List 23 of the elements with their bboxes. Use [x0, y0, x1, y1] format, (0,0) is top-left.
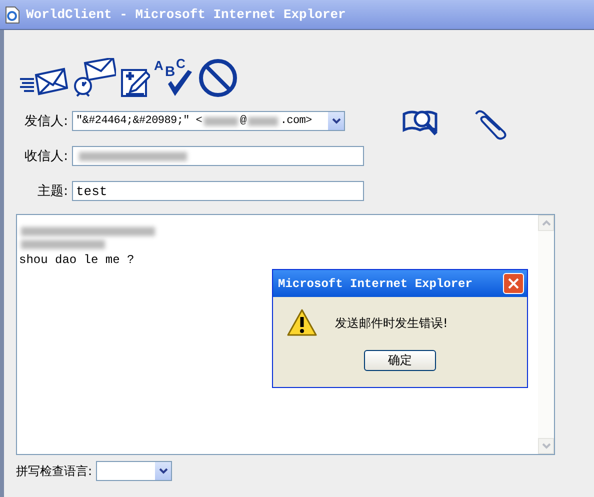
field-label: 发信人:	[24, 113, 68, 130]
send-mail-icon[interactable]	[20, 66, 68, 98]
close-icon	[508, 278, 519, 289]
dialog-title: Microsoft Internet Explorer	[278, 276, 472, 290]
address-book-search-icon[interactable]	[402, 108, 440, 138]
warning-icon	[287, 309, 317, 337]
spellcheck-language-select[interactable]	[96, 461, 172, 481]
message-text: shou dao le me ?	[19, 253, 134, 267]
dialog-message: 发送邮件时发生错误!	[335, 314, 448, 332]
page-icon	[4, 6, 20, 24]
chevron-down-icon	[542, 443, 550, 449]
window-title: WorldClient - Microsoft Internet Explorer	[26, 7, 346, 22]
chevron-up-icon	[542, 220, 550, 226]
field-label: 收信人:	[24, 148, 68, 165]
alarm-mail-icon[interactable]	[72, 58, 116, 98]
subject-field[interactable]: test	[72, 181, 364, 201]
spellcheck-language-label: 拼写检查语言:	[16, 462, 92, 480]
field-label: 主题:	[36, 183, 68, 200]
edit-note-icon[interactable]	[120, 68, 150, 98]
close-button[interactable]	[503, 273, 524, 294]
ok-button[interactable]: 确定	[364, 350, 436, 371]
cancel-icon[interactable]	[198, 58, 238, 98]
sender-select[interactable]: "&#24464;&#20989;" < @ .com>	[72, 111, 345, 131]
